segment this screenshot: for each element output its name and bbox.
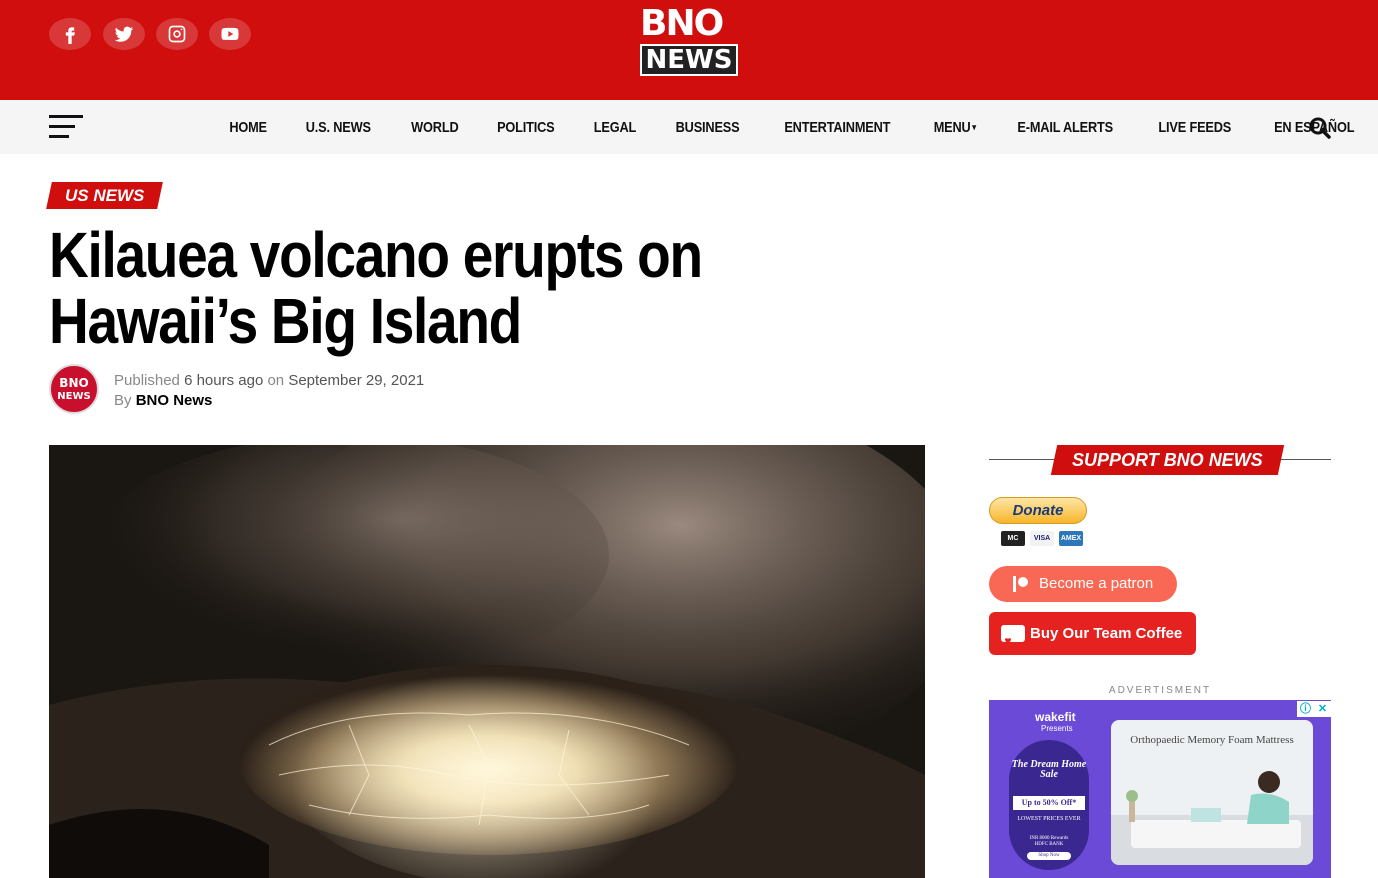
ad-sale-badge: The Dream Home Sale Up to 50% Off* LOWES… [1009,740,1089,870]
ad-rewards: INR 8000 Rewards HDFC BANK [1029,836,1069,847]
published-relative: 6 hours ago [184,372,264,389]
byline: By BNO News [114,391,424,411]
on-label: on [267,372,285,389]
ad-info-icon[interactable]: ⓘ [1297,701,1314,717]
buy-coffee-button[interactable]: Buy Our Team Coffee [989,612,1196,655]
nav-menu-label: MENU [933,118,971,136]
facebook-icon[interactable] [49,18,91,50]
author-avatar[interactable]: BNO NEWS [49,364,99,414]
logo-news-text: NEWS [640,44,738,76]
ad-offer: Up to 50% Off* [1013,796,1085,810]
ad-banner[interactable]: wakefit Presents The Dream Home Sale Up … [989,700,1331,878]
ad-close-icon[interactable]: ✕ [1314,701,1331,717]
mastercard-icon: MC [1001,531,1025,546]
patreon-icon [1013,576,1028,592]
bno-news-logo[interactable]: BNO NEWS [640,4,738,76]
nav-home[interactable]: HOME [217,119,280,136]
amex-icon: AMEX [1059,531,1083,546]
nav-business[interactable]: BUSINESS [663,119,752,136]
youtube-icon[interactable] [209,18,251,50]
logo-bno-text: BNO [640,3,724,44]
nav-politics[interactable]: POLITICS [485,119,568,136]
avatar-bno-text: BNO [59,376,89,390]
ad-brand: wakefit [1035,710,1076,724]
twitter-icon[interactable] [103,18,145,50]
nav-entertainment[interactable]: ENTERTAINMENT [772,119,903,136]
ad-presents: Presents [1041,724,1073,733]
ad-lowest-prices: LOWEST PRICES EVER [1017,816,1081,822]
category-tag[interactable]: US NEWS [46,182,164,209]
support-heading: SUPPORT BNO NEWS [1050,445,1284,475]
nav-menu[interactable]: MENU ▾ [921,119,989,136]
nav-world[interactable]: WORLD [398,119,471,136]
donate-button[interactable]: Donate [989,497,1087,524]
published-label: Published [114,372,180,389]
hero-image[interactable] [49,445,925,878]
visa-icon: VISA [1030,531,1054,546]
payment-cards: MC VISA AMEX [1001,531,1083,546]
category-label: US NEWS [65,186,145,205]
search-icon[interactable] [1308,116,1332,140]
instagram-icon[interactable] [156,18,198,50]
nav-email-alerts[interactable]: E-MAIL ALERTS [1005,119,1126,136]
hamburger-menu-icon[interactable] [49,115,83,139]
author-link[interactable]: BNO News [136,392,213,409]
article-meta: Published 6 hours ago on September 29, 2… [114,371,424,411]
become-patron-button[interactable]: Become a patron [989,566,1177,602]
main-nav: HOME U.S. NEWS WORLD POLITICS LEGAL BUSI… [0,100,1378,154]
top-header: BNO NEWS [0,0,1378,100]
published-line: Published 6 hours ago on September 29, 2… [114,371,424,391]
by-label: By [114,392,132,409]
nav-live-feeds[interactable]: LIVE FEEDS [1145,119,1243,136]
published-date: September 29, 2021 [288,372,425,389]
patron-label: Become a patron [1039,575,1154,592]
nav-legal[interactable]: LEGAL [581,119,649,136]
ad-shop-now: Shop Now [1027,852,1071,860]
ad-sale-title: The Dream Home Sale [1011,759,1087,780]
avatar-news-text: NEWS [57,391,91,402]
ad-product-photo: Orthopaedic Memory Foam Mattress [1111,720,1313,865]
coffee-label: Buy Our Team Coffee [1030,625,1183,642]
nav-us-news[interactable]: U.S. NEWS [293,119,384,136]
nav-items: HOME U.S. NEWS WORLD POLITICS LEGAL BUSI… [211,100,1377,154]
chevron-down-icon: ▾ [971,122,976,133]
support-title: SUPPORT BNO NEWS [1072,450,1263,470]
ad-controls: ⓘ ✕ [1297,701,1331,717]
advertisement-label: ADVERTISMENT [1108,685,1212,696]
article-title: Kilauea volcano erupts on Hawaii’s Big I… [49,219,703,357]
ko-fi-cup-icon [1001,625,1025,644]
